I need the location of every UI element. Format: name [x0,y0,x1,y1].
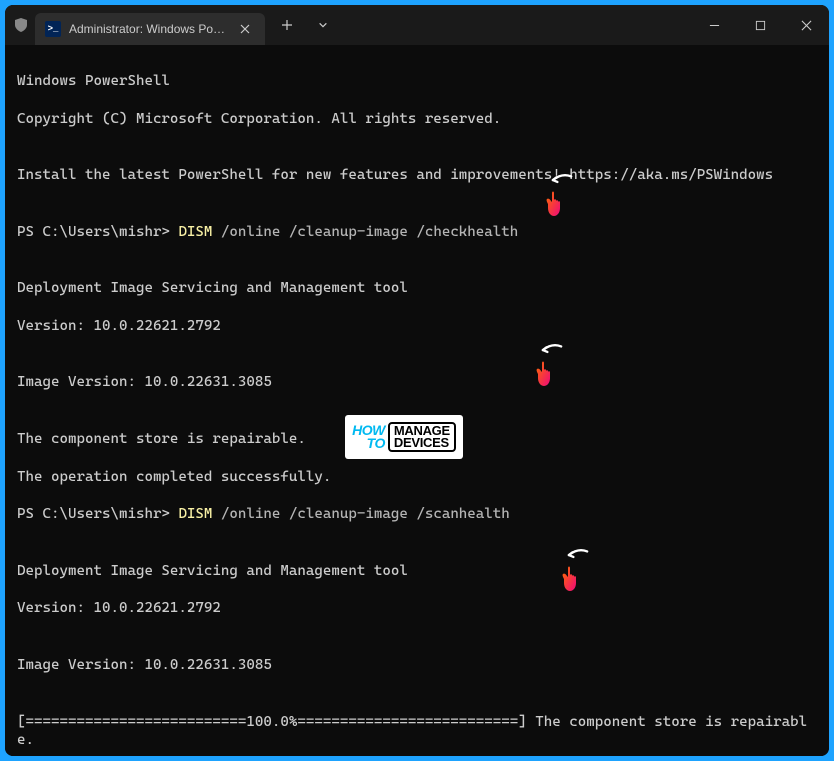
output-line: Deployment Image Servicing and Managemen… [17,279,817,298]
output-line: Version: 10.0.22621.2792 [17,317,817,336]
tab-actions [271,9,339,41]
watermark-text: TO [367,437,385,450]
maximize-button[interactable] [737,5,783,45]
close-button[interactable] [783,5,829,45]
tab-powershell[interactable]: >_ Administrator: Windows Powe [35,13,265,45]
output-line: [==========================100.0%=======… [17,713,817,751]
shield-icon [13,17,29,33]
new-tab-button[interactable] [271,9,303,41]
minimize-button[interactable] [691,5,737,45]
output-line: Copyright (C) Microsoft Corporation. All… [17,110,817,129]
tab-title: Administrator: Windows Powe [69,22,227,36]
output-line: Version: 10.0.22621.2792 [17,599,817,618]
output-line: Install the latest PowerShell for new fe… [17,166,817,185]
watermark-text: DEVICES [394,437,450,449]
output-line: Windows PowerShell [17,72,817,91]
output-line: Deployment Image Servicing and Managemen… [17,562,817,581]
output-line: Image Version: 10.0.22631.3085 [17,373,817,392]
pointer-annotation-icon [543,180,573,220]
powershell-icon: >_ [45,21,61,37]
terminal-window: >_ Administrator: Windows Powe [5,5,829,756]
tab-close-button[interactable] [235,19,255,39]
titlebar: >_ Administrator: Windows Powe [5,5,829,45]
terminal-output[interactable]: Windows PowerShell Copyright (C) Microso… [5,45,829,756]
output-line: Image Version: 10.0.22631.3085 [17,656,817,675]
window-controls [691,5,829,45]
tab-dropdown-button[interactable] [307,9,339,41]
watermark-logo: HOW TO MANAGE DEVICES [345,415,463,459]
prompt-line: PS C:\Users\mishr> DISM /online /cleanup… [17,223,817,242]
prompt-line: PS C:\Users\mishr> DISM /online /cleanup… [17,505,817,524]
output-line: The operation completed successfully. [17,468,817,487]
